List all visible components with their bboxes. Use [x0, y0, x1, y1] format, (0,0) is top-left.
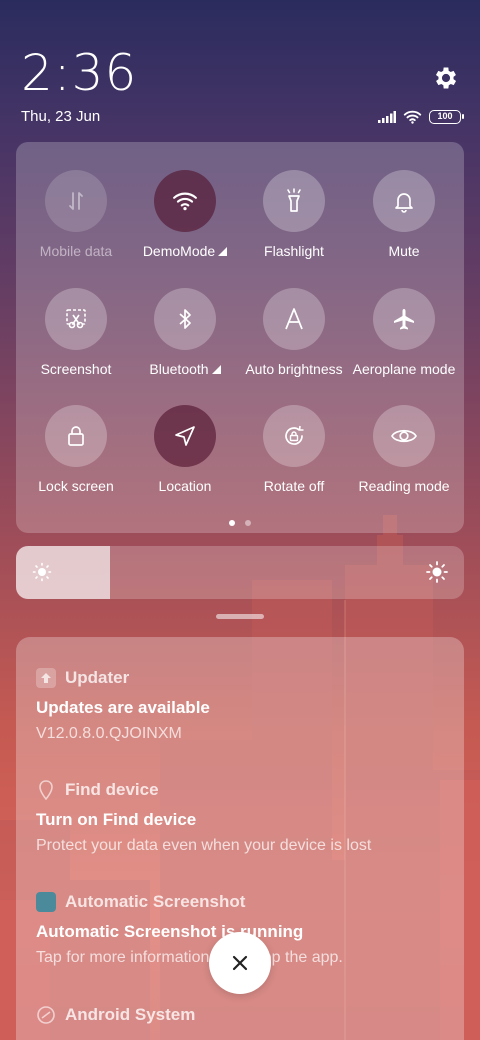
find-device-icon — [36, 780, 56, 800]
drag-handle[interactable] — [216, 614, 264, 619]
tile-label-text: Location — [158, 478, 212, 494]
tile-label-text: Aeroplane mode — [352, 361, 456, 377]
tile-aeroplane-mode[interactable]: Aeroplane mode — [349, 288, 459, 377]
mobile-data-icon — [45, 170, 107, 232]
tile-auto-brightness[interactable]: Auto brightness — [239, 288, 349, 377]
tile-label: DemoMode — [130, 243, 240, 259]
wifi-status-icon — [403, 110, 422, 124]
date[interactable]: Thu, 23 Jun — [21, 108, 100, 125]
page-indicator — [16, 520, 464, 526]
tile-label-text: Mobile data — [39, 243, 113, 259]
notification-text: Protect your data even when your device … — [36, 837, 372, 854]
tile-label: Aeroplane mode — [349, 361, 459, 377]
tile-label-text: DemoMode — [142, 243, 216, 259]
tile-label-text: Rotate off — [263, 478, 325, 494]
close-icon — [232, 955, 248, 971]
android-system-icon — [36, 1005, 56, 1025]
clear-notifications-button[interactable] — [209, 932, 271, 994]
notification-title: Updates are available — [36, 698, 210, 717]
battery-indicator: 100 — [429, 110, 464, 124]
notification-title: Turn on Find device — [36, 810, 197, 829]
location-icon — [154, 405, 216, 467]
tile-label: Mobile data — [21, 243, 131, 259]
expand-arrow-icon — [211, 365, 221, 374]
lock-icon — [45, 405, 107, 467]
notification-updater[interactable]: Updater Updates are available V12.0.8.0.… — [36, 667, 456, 743]
notification-text: V12.0.8.0.QJOINXM — [36, 725, 182, 742]
brightness-high-icon — [426, 561, 448, 583]
tile-label: Auto brightness — [239, 361, 349, 377]
tile-lock-screen[interactable]: Lock screen — [21, 405, 131, 494]
tile-label-text: Flashlight — [264, 243, 324, 259]
tile-label-text: Bluetooth — [149, 361, 209, 377]
notification-app-name: Automatic Screenshot — [65, 892, 246, 911]
notification-find-device[interactable]: Find device Turn on Find device Protect … — [36, 779, 456, 855]
tile-label: Lock screen — [21, 478, 131, 494]
notification-app-name: Updater — [65, 668, 130, 687]
rotate-lock-icon — [263, 405, 325, 467]
tile-label: Bluetooth — [130, 361, 240, 377]
clock[interactable]: 2:36 — [21, 48, 137, 98]
tile-label: Mute — [349, 243, 459, 259]
eye-icon — [373, 405, 435, 467]
notification-app-name: Android System — [65, 1005, 196, 1024]
brightness-low-icon — [32, 562, 52, 582]
signal-icon — [378, 111, 396, 123]
flashlight-icon — [263, 170, 325, 232]
tile-label-text: Reading mode — [358, 478, 450, 494]
page-dot-2[interactable] — [245, 520, 251, 526]
brightness-slider[interactable] — [16, 546, 464, 599]
tile-label: Reading mode — [349, 478, 459, 494]
tile-flashlight[interactable]: Flashlight — [239, 170, 349, 259]
updater-icon — [36, 668, 56, 688]
bluetooth-icon — [154, 288, 216, 350]
status-icons: 100 — [378, 109, 464, 125]
scissors-icon — [45, 288, 107, 350]
tile-label-text: Lock screen — [38, 478, 114, 494]
page-dot-1[interactable] — [229, 520, 235, 526]
wifi-icon — [154, 170, 216, 232]
tile-rotate-off[interactable]: Rotate off — [239, 405, 349, 494]
brightness-slider-fill — [16, 546, 111, 599]
auto-brightness-icon — [263, 288, 325, 350]
notification-android-system[interactable]: Android System — [36, 1004, 456, 1026]
tile-label: Flashlight — [239, 243, 349, 259]
tile-mobile-data[interactable]: Mobile data — [21, 170, 131, 259]
settings-gear-icon[interactable] — [432, 64, 460, 92]
bell-icon — [373, 170, 435, 232]
quick-settings-panel: Mobile data DemoMode Flashlight Mute Screens… — [16, 142, 464, 533]
tile-label-text: Auto brightness — [245, 361, 343, 377]
tile-location[interactable]: Location — [130, 405, 240, 494]
tile-label: Rotate off — [239, 478, 349, 494]
tile-label: Location — [130, 478, 240, 494]
tile-label: Screenshot — [21, 361, 131, 377]
tile-reading-mode[interactable]: Reading mode — [349, 405, 459, 494]
tile-mute[interactable]: Mute — [349, 170, 459, 259]
tile-demomode[interactable]: DemoMode — [130, 170, 240, 259]
airplane-icon — [373, 288, 435, 350]
tile-label-text: Screenshot — [40, 361, 112, 377]
tile-label-text: Mute — [388, 243, 420, 259]
automatic-screenshot-icon — [36, 892, 56, 912]
expand-arrow-icon — [218, 247, 228, 256]
tile-screenshot[interactable]: Screenshot — [21, 288, 131, 377]
tile-bluetooth[interactable]: Bluetooth — [130, 288, 240, 377]
notification-app-name: Find device — [65, 780, 159, 799]
